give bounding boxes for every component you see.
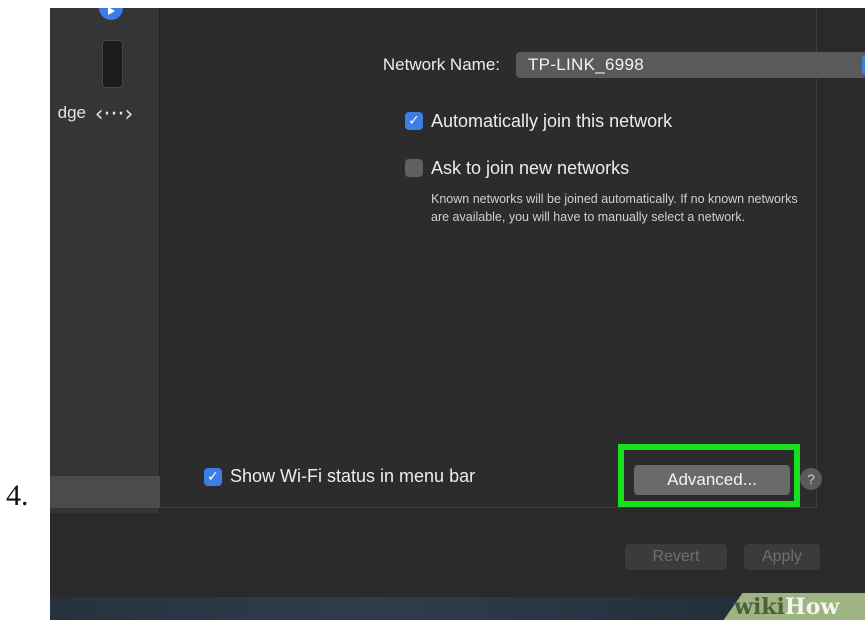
iphone-icon [102, 40, 123, 88]
show-wifi-status-label[interactable]: Show Wi-Fi status in menu bar [230, 466, 475, 487]
sidebar-item-bridge-label[interactable]: dge [50, 103, 86, 123]
auto-join-checkbox[interactable]: ✓ [405, 112, 423, 130]
step-number: 4. [6, 479, 29, 512]
network-bridge-icon: ‹···› [94, 102, 134, 127]
auto-join-label[interactable]: Automatically join this network [431, 111, 672, 132]
wikihow-watermark: wikiHow [734, 594, 840, 620]
interface-sidebar: dge ‹···› [50, 8, 160, 513]
ask-to-join-checkbox[interactable] [405, 159, 423, 177]
play-icon [99, 8, 123, 20]
wifi-settings-panel: Network Name: TP-LINK_6998 ▲▼ ✓ Automati… [160, 8, 865, 508]
network-name-label: Network Name: [382, 55, 500, 74]
ask-to-join-label[interactable]: Ask to join new networks [431, 158, 629, 179]
sidebar-selected-item[interactable] [50, 476, 160, 508]
network-name-value: TP-LINK_6998 [528, 55, 645, 74]
apply-button[interactable]: Apply [744, 544, 820, 570]
advanced-button[interactable]: Advanced... [634, 465, 790, 495]
revert-button[interactable]: Revert [625, 544, 727, 570]
ask-to-join-help-text: Known networks will be joined automatica… [431, 192, 798, 224]
network-preferences-window: dge ‹···› Network Name: TP-LINK_6998 ▲▼ … [50, 8, 865, 620]
network-name-select[interactable]: TP-LINK_6998 ▲▼ [516, 52, 865, 78]
show-wifi-status-checkbox[interactable]: ✓ [204, 468, 222, 486]
help-button[interactable]: ? [800, 468, 822, 490]
